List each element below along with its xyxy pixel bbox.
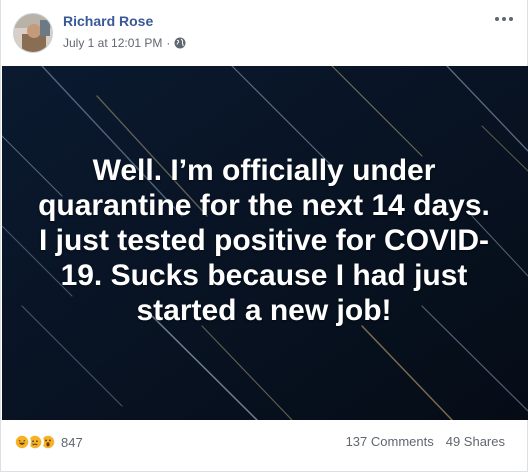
post-text-line: quarantine for the next 14 days. [38,189,490,222]
globe-icon[interactable] [174,37,186,49]
post-text: Well. I’m officially under quarantine fo… [21,153,507,328]
avatar[interactable] [13,13,53,53]
more-options-icon[interactable] [493,10,515,28]
shares-count-link[interactable]: 49 Shares [446,434,505,449]
reactions-summary[interactable]: 847 [13,433,83,451]
meta-separator: · [166,36,171,50]
post-card: Richard Rose July 1 at 12:01 PM · Well. … [0,0,528,472]
post-text-line: started a new job! [136,294,392,327]
comments-count-link[interactable]: 137 Comments [346,434,434,449]
engagement-stats: 137 Comments 49 Shares [346,434,505,449]
post-text-line: 19. Sucks because I had just [60,259,468,292]
avatar-image [14,14,52,52]
post-header: Richard Rose July 1 at 12:01 PM · [1,0,528,66]
post-image[interactable]: Well. I’m officially under quarantine fo… [2,66,528,420]
reaction-count: 847 [61,434,83,450]
author-name[interactable]: Richard Rose [63,13,153,29]
haha-reaction-icon [13,433,31,451]
post-timestamp[interactable]: July 1 at 12:01 PM [63,36,162,50]
post-text-line: Well. I’m officially under [92,154,436,187]
post-text-line: I just tested positive for COVID- [38,224,490,257]
post-footer: 847 137 Comments 49 Shares [1,420,528,472]
post-meta: July 1 at 12:01 PM · [63,36,186,50]
